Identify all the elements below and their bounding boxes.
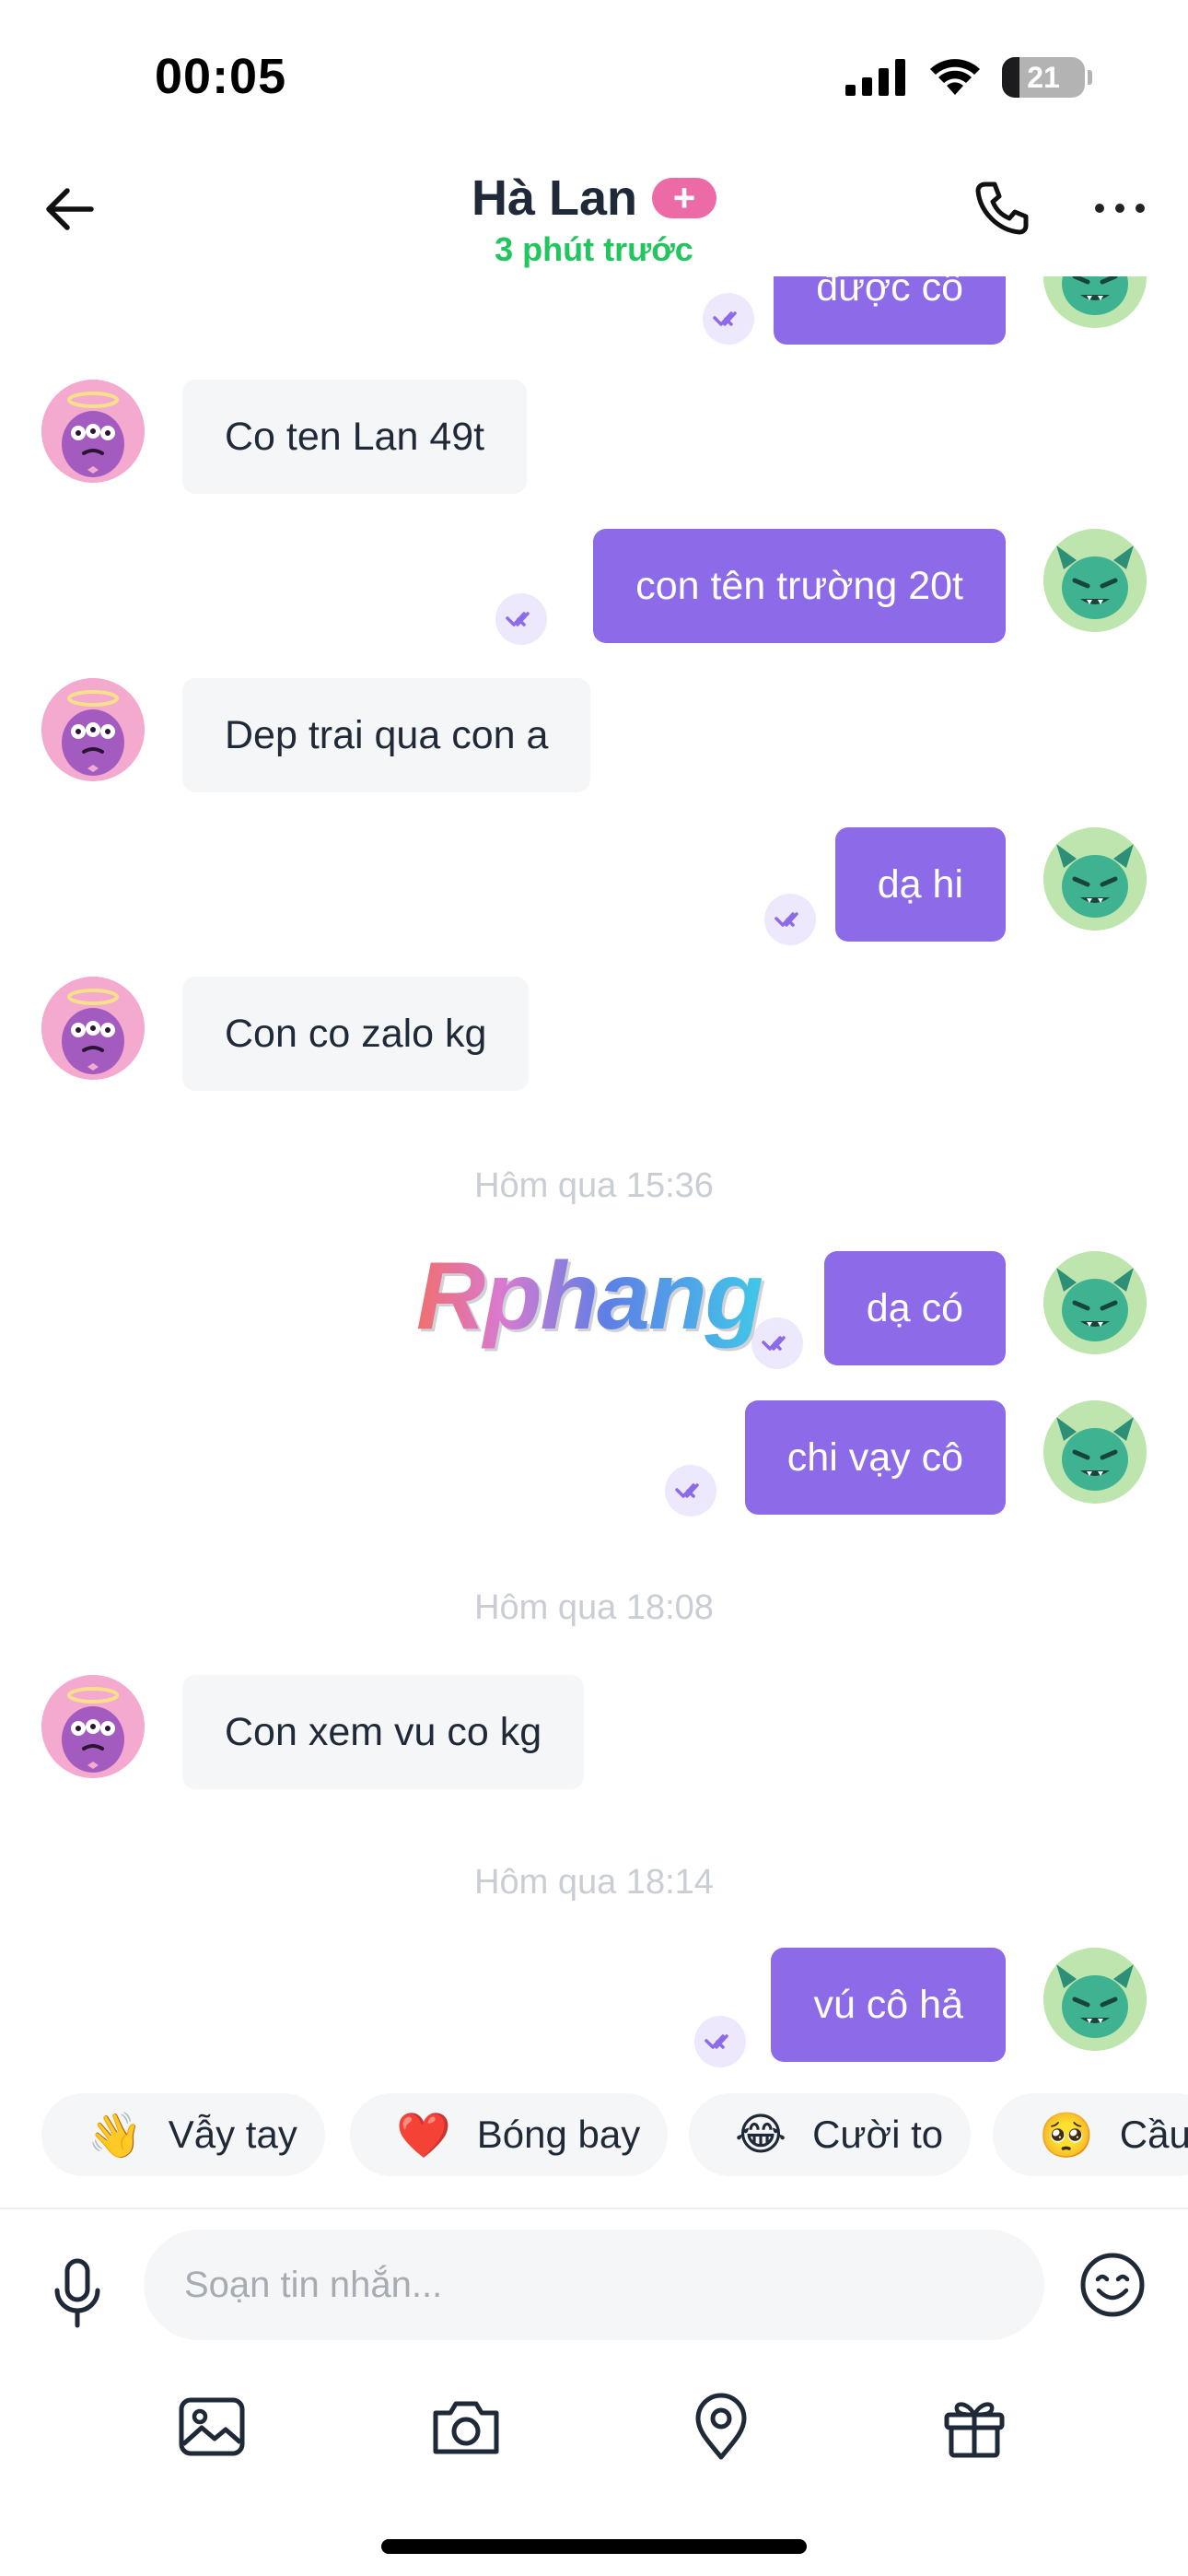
emoji-picker-button[interactable]	[1077, 2250, 1147, 2320]
battery-level-fill	[1002, 57, 1019, 98]
message-bubble-outgoing[interactable]: con tên trường 20t	[593, 529, 1006, 643]
quick-reaction-wave[interactable]: 👋 Vẫy tay	[41, 2093, 325, 2176]
seen-check-icon	[495, 593, 547, 645]
contact-avatar[interactable]	[41, 678, 145, 781]
image-icon	[179, 2397, 245, 2456]
contact-avatar[interactable]	[41, 380, 145, 483]
message-bubble-incoming[interactable]: Con co zalo kg	[182, 977, 530, 1091]
wifi-icon	[930, 59, 980, 95]
location-button[interactable]	[684, 2390, 758, 2464]
pleading-face-icon: 🥺	[1039, 2109, 1094, 2161]
message-bubble-outgoing[interactable]: dạ hi	[834, 827, 1006, 942]
quick-reaction-plead[interactable]: 🥺 Cầu	[993, 2093, 1188, 2176]
gallery-button[interactable]	[175, 2390, 249, 2464]
call-button[interactable]	[969, 175, 1035, 241]
quick-reaction-label: Vẫy tay	[168, 2113, 297, 2156]
message-bubble-incoming[interactable]: Co ten Lan 49t	[182, 380, 528, 494]
message-bubble-incoming[interactable]: Dep trai qua con a	[182, 678, 591, 792]
waving-hand-icon: 👋	[87, 2109, 143, 2161]
quick-reaction-label: Bóng bay	[476, 2113, 641, 2156]
message-bubble-incoming[interactable]: Con xem vu co kg	[182, 1675, 585, 1789]
phone-icon	[975, 181, 1029, 235]
message-timestamp: Hôm qua 15:36	[474, 1166, 714, 1205]
heart-icon: ❤️	[396, 2109, 451, 2161]
status-bar: 00:05 21	[0, 0, 1188, 157]
watermark-logo: Rphang	[416, 1243, 763, 1350]
location-pin-icon	[695, 2393, 747, 2460]
my-avatar[interactable]	[1043, 1400, 1147, 1504]
seen-check-icon	[703, 293, 754, 345]
contact-avatar[interactable]	[41, 977, 145, 1080]
contact-name: Hà Lan	[471, 170, 638, 226]
seen-check-icon	[764, 894, 816, 945]
laughing-face-icon: 😂	[735, 2109, 787, 2160]
message-bubble-outgoing[interactable]: dạ có	[823, 1251, 1006, 1365]
quick-reaction-label: Cười to	[812, 2113, 944, 2156]
seen-check-icon	[665, 1465, 716, 1516]
my-avatar[interactable]	[1043, 1948, 1147, 2051]
gift-button[interactable]	[938, 2390, 1011, 2464]
smiley-face-icon	[1080, 2253, 1145, 2317]
battery-icon: 21	[1002, 57, 1092, 98]
status-time: 00:05	[155, 49, 287, 104]
microphone-icon	[54, 2258, 100, 2328]
my-avatar[interactable]	[1043, 1251, 1147, 1354]
seen-check-icon	[694, 2016, 746, 2067]
message-timestamp: Hôm qua 18:14	[474, 1863, 714, 1902]
camera-icon	[433, 2401, 499, 2454]
home-indicator[interactable]	[381, 2539, 807, 2554]
more-dots-icon	[1095, 204, 1104, 213]
message-list[interactable]: được cô Co ten Lan 49t con tên trường 20…	[0, 0, 1188, 2202]
my-avatar[interactable]	[1043, 827, 1147, 931]
chat-header: Hà Lan + 3 phút trước	[0, 157, 1188, 276]
plus-badge: +	[652, 178, 717, 218]
message-input[interactable]	[144, 2230, 1044, 2340]
battery-percentage: 21	[1027, 60, 1060, 94]
camera-button[interactable]	[429, 2390, 503, 2464]
voice-message-button[interactable]	[41, 2248, 114, 2340]
message-bubble-outgoing[interactable]: vú cô hả	[771, 1948, 1006, 2062]
message-composer	[0, 2207, 1188, 2576]
gift-icon	[944, 2402, 1005, 2458]
quick-reaction-label: Cầu	[1119, 2113, 1188, 2156]
more-options-button[interactable]	[1083, 181, 1157, 236]
message-bubble-outgoing[interactable]: chi vạy cô	[744, 1400, 1006, 1515]
cellular-signal-icon	[845, 59, 905, 96]
quick-reactions-bar[interactable]: 👋 Vẫy tay ❤️ Bóng bay 😂 Cười to 🥺 Cầu	[0, 2090, 1188, 2182]
quick-reaction-laugh[interactable]: 😂 Cười to	[689, 2093, 972, 2176]
contact-avatar[interactable]	[41, 1675, 145, 1778]
quick-reaction-balloon[interactable]: ❤️ Bóng bay	[350, 2093, 669, 2176]
status-icons: 21	[845, 57, 1092, 98]
message-timestamp: Hôm qua 18:08	[474, 1588, 714, 1627]
my-avatar[interactable]	[1043, 529, 1147, 632]
